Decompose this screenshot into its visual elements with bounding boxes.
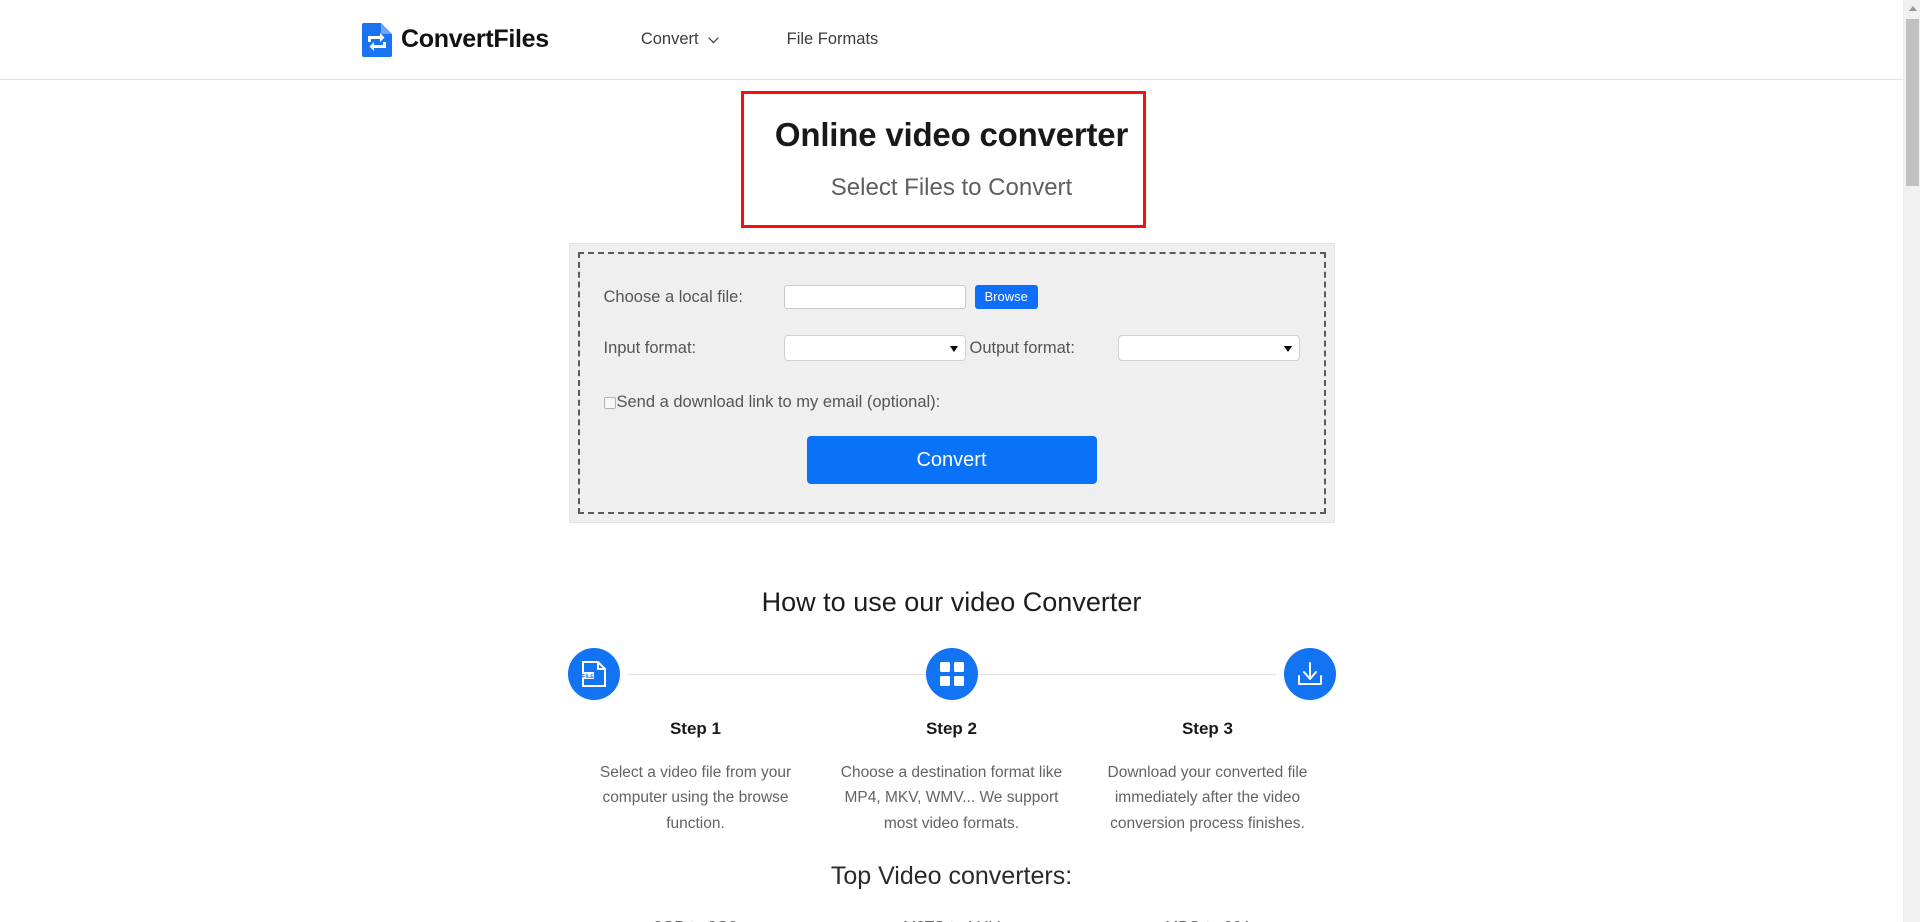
step-3-description: Download your converted file immediately…: [1107, 764, 1308, 832]
input-format-label: Input format:: [603, 338, 697, 357]
step-2-description: Choose a destination format like MP4, MK…: [840, 764, 1063, 832]
site-header: ConvertFiles Convert File Formats: [0, 0, 1903, 80]
output-format-label: Output format:: [969, 338, 1075, 357]
convert-button-wrap: Convert: [604, 436, 1300, 484]
how-to-use-title: How to use our video Converter: [761, 587, 1142, 617]
file-row: Choose a local file: Browse: [604, 280, 1300, 314]
step-1-title: Step 1: [669, 719, 721, 738]
step-3-icon-circle: [1283, 648, 1336, 700]
svg-text:FILE: FILE: [582, 674, 594, 680]
step-1-description: Select a video file from your computer u…: [599, 764, 792, 832]
vertical-scrollbar[interactable]: [1903, 0, 1920, 922]
page-title: Online video converter: [774, 116, 1129, 153]
nav-item-convert-label: Convert: [640, 30, 699, 48]
email-link-label[interactable]: Send a download link to my email (option…: [617, 393, 941, 412]
download-arrow-icon: [1296, 660, 1324, 688]
step-titles-row: Step 1 Step 2 Step 3: [568, 719, 1336, 739]
nav-item-convert[interactable]: Convert: [641, 30, 719, 49]
step-descriptions-row: Select a video file from your computer u…: [568, 760, 1336, 836]
step-3-title-col: Step 3: [1079, 719, 1335, 739]
nav-item-file-formats-label: File Formats: [786, 30, 879, 48]
chevron-down-icon: [708, 37, 719, 44]
step-1-title-col: Step 1: [568, 719, 824, 739]
top-converters-section: Top Video converters: 3GP-to-3G2 M2TS-to…: [0, 862, 1903, 922]
browse-button[interactable]: Browse: [974, 284, 1038, 310]
step-icons-row: FILE: [567, 648, 1336, 700]
converter-form-container: Choose a local file: Browse Input format…: [568, 243, 1335, 523]
how-to-use-section: How to use our video Converter FILE Step…: [0, 587, 1903, 836]
file-path-input[interactable]: [783, 285, 966, 309]
hero-text: Online video converter Select Files to C…: [0, 94, 1903, 202]
step-2-title-col: Step 2: [823, 719, 1079, 739]
email-link-checkbox[interactable]: [603, 396, 616, 409]
scroll-up-arrow-icon[interactable]: [1904, 0, 1920, 17]
steps-container: FILE Step 1 Step 2 Step 3 Select a video…: [567, 648, 1336, 836]
brand-logo-link[interactable]: ConvertFiles: [362, 22, 549, 57]
input-format-select[interactable]: [783, 335, 966, 361]
step-2-icon-circle: [925, 648, 978, 700]
converter-form: Choose a local file: Browse Input format…: [577, 252, 1326, 514]
brand-name: ConvertFiles: [401, 25, 549, 53]
format-row: Input format: Output format:: [604, 331, 1300, 365]
hero-section: Online video converter Select Files to C…: [0, 80, 1903, 228]
page-subtitle: Select Files to Convert: [830, 174, 1073, 201]
main-nav: Convert File Formats: [641, 30, 878, 49]
step-2-title: Step 2: [925, 719, 977, 738]
grid-squares-icon: [939, 661, 965, 687]
nav-item-file-formats[interactable]: File Formats: [787, 30, 879, 49]
scrollbar-thumb[interactable]: [1906, 19, 1919, 186]
step-3-title: Step 3: [1181, 719, 1233, 738]
convert-button[interactable]: Convert: [806, 436, 1097, 484]
file-convert-logo-icon: [362, 22, 392, 57]
file-document-icon: FILE: [581, 660, 607, 688]
output-format-select[interactable]: [1117, 335, 1300, 361]
step-1-icon-circle: FILE: [567, 648, 620, 700]
email-option-row: Send a download link to my email (option…: [603, 393, 1300, 412]
top-converters-title: Top Video converters:: [830, 861, 1073, 890]
page-root: ConvertFiles Convert File Formats Online…: [0, 0, 1903, 922]
choose-file-label: Choose a local file:: [603, 287, 743, 306]
